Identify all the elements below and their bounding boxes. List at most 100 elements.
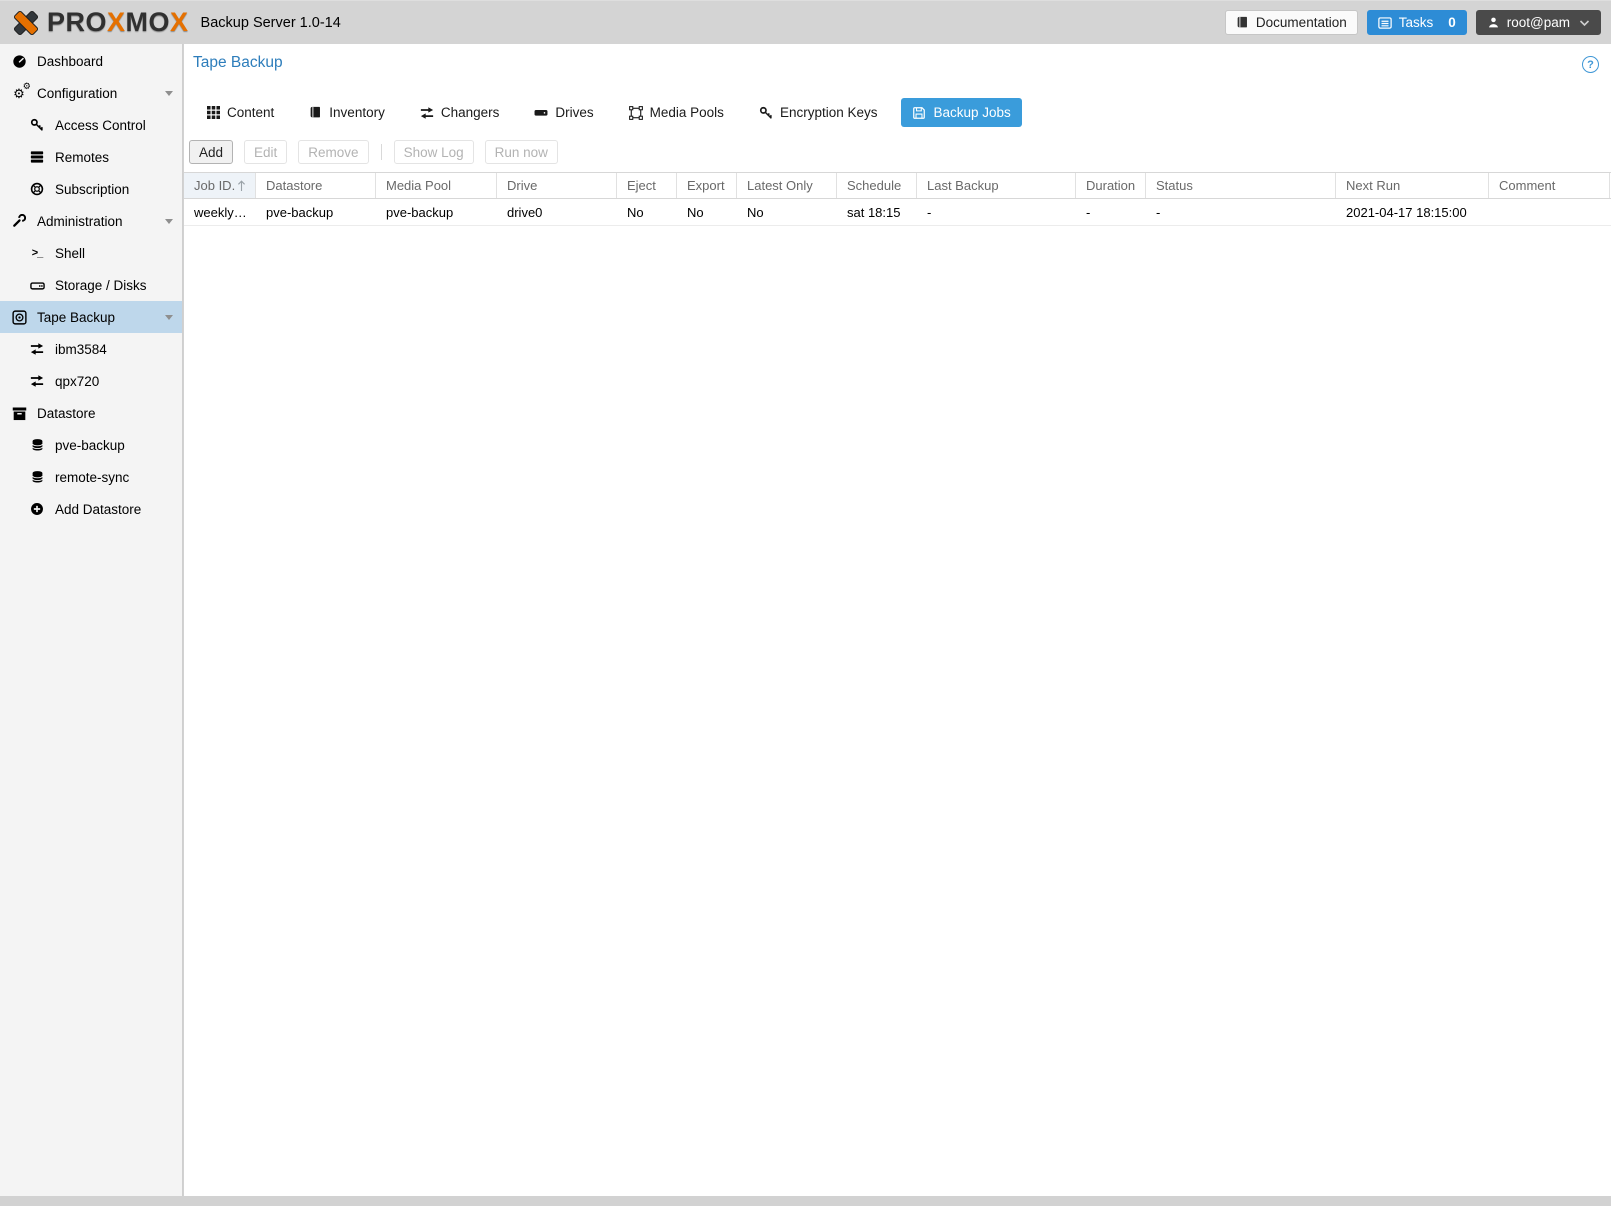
server-list-icon bbox=[28, 150, 46, 164]
toolbar-separator bbox=[380, 144, 382, 160]
sidebar-item-label: pve-backup bbox=[55, 437, 125, 453]
sidebar-item-label: Storage / Disks bbox=[55, 277, 147, 293]
column-header-status[interactable]: Status bbox=[1146, 173, 1336, 198]
caret-down-icon[interactable] bbox=[165, 315, 173, 320]
proxmox-logo: PROXMOX bbox=[10, 7, 189, 39]
chevron-down-icon bbox=[1579, 19, 1590, 27]
cell-datastore: pve-backup bbox=[266, 204, 334, 220]
sidebar-item-access-control[interactable]: Access Control bbox=[0, 109, 182, 141]
caret-down-icon[interactable] bbox=[165, 219, 173, 224]
sidebar-item-label: qpx720 bbox=[55, 373, 100, 389]
sidebar-item-label: Administration bbox=[37, 213, 123, 229]
book-icon bbox=[1236, 16, 1249, 29]
sidebar-item-label: remote-sync bbox=[55, 469, 130, 485]
sidebar-item-ibm3584[interactable]: ibm3584 bbox=[0, 333, 182, 365]
show-log-button[interactable]: Show Log bbox=[393, 140, 474, 164]
sidebar-item-administration[interactable]: Administration bbox=[0, 205, 182, 237]
sidebar-item-pve-backup[interactable]: pve-backup bbox=[0, 429, 182, 461]
column-header-comment[interactable]: Comment bbox=[1489, 173, 1610, 198]
tab-content[interactable]: Content bbox=[196, 98, 285, 127]
drive-icon bbox=[534, 106, 548, 120]
sidebar-item-configuration[interactable]: ⚙ ⚙ Configuration bbox=[0, 77, 182, 109]
column-header-latest-only[interactable]: Latest Only bbox=[737, 173, 837, 198]
sidebar-item-tape-backup[interactable]: Tape Backup bbox=[0, 301, 182, 333]
add-button[interactable]: Add bbox=[189, 140, 234, 164]
cell-media-pool: pve-backup bbox=[386, 204, 454, 220]
documentation-button[interactable]: Documentation bbox=[1224, 10, 1358, 35]
column-header-datastore[interactable]: Datastore bbox=[256, 173, 376, 198]
cell-last-backup: - bbox=[927, 204, 932, 220]
cell-duration: - bbox=[1086, 204, 1091, 220]
sidebar-item-shell[interactable]: >_ Shell bbox=[0, 237, 182, 269]
column-header-drive[interactable]: Drive bbox=[497, 173, 617, 198]
object-group-icon bbox=[628, 105, 643, 120]
tab-bar: Content Inventory Changers Drives Media … bbox=[196, 98, 1611, 127]
sidebar: Dashboard ⚙ ⚙ Configuration Access Contro… bbox=[0, 44, 183, 1196]
sidebar-item-storage-disks[interactable]: Storage / Disks bbox=[0, 269, 182, 301]
help-button[interactable]: ? bbox=[1582, 56, 1599, 73]
tab-drives[interactable]: Drives bbox=[523, 98, 604, 127]
wrench-icon bbox=[10, 214, 28, 228]
sidebar-item-label: ibm3584 bbox=[55, 341, 107, 357]
tab-label: Drives bbox=[555, 105, 594, 120]
tape-drive-icon bbox=[10, 309, 28, 325]
user-menu-button[interactable]: root@pam bbox=[1475, 10, 1601, 35]
tasks-label: Tasks bbox=[1398, 15, 1434, 30]
column-header-last-backup[interactable]: Last Backup bbox=[917, 173, 1076, 198]
sidebar-item-datastore[interactable]: Datastore bbox=[0, 397, 182, 429]
sidebar-item-label: Add Datastore bbox=[55, 501, 142, 517]
tab-backup-jobs[interactable]: Backup Jobs bbox=[901, 98, 1022, 127]
tab-label: Changers bbox=[440, 105, 500, 120]
database-icon bbox=[28, 438, 46, 452]
sidebar-item-remotes[interactable]: Remotes bbox=[0, 141, 182, 173]
user-icon bbox=[1487, 16, 1500, 29]
table-row[interactable]: weekly… pve-backup pve-backup drive0 No … bbox=[184, 199, 1611, 226]
caret-down-icon[interactable] bbox=[165, 91, 173, 96]
logo-wordmark: PROXMOX bbox=[47, 7, 189, 37]
tab-changers[interactable]: Changers bbox=[409, 98, 511, 127]
column-header-schedule[interactable]: Schedule bbox=[837, 173, 917, 198]
cell-job-id: weekly… bbox=[194, 204, 247, 220]
tab-label: Inventory bbox=[329, 105, 385, 120]
sidebar-item-dashboard[interactable]: Dashboard bbox=[0, 45, 182, 77]
sidebar-item-label: Dashboard bbox=[37, 53, 104, 69]
remove-button[interactable]: Remove bbox=[298, 140, 369, 164]
database-icon bbox=[28, 470, 46, 484]
exchange-arrows-icon bbox=[28, 342, 46, 356]
tab-inventory[interactable]: Inventory bbox=[298, 98, 396, 127]
sidebar-item-qpx720[interactable]: qpx720 bbox=[0, 365, 182, 397]
sidebar-item-label: Datastore bbox=[37, 405, 96, 421]
column-header-next-run[interactable]: Next Run bbox=[1336, 173, 1489, 198]
sidebar-item-remote-sync[interactable]: remote-sync bbox=[0, 461, 182, 493]
dashboard-icon bbox=[10, 54, 28, 69]
run-now-button[interactable]: Run now bbox=[484, 140, 558, 164]
sidebar-item-add-datastore[interactable]: Add Datastore bbox=[0, 493, 182, 525]
column-header-job-id[interactable]: Job ID. bbox=[184, 173, 256, 198]
tasks-count-badge: 0 bbox=[1448, 15, 1456, 30]
life-ring-icon bbox=[28, 182, 46, 196]
tab-label: Media Pools bbox=[649, 105, 724, 120]
column-header-eject[interactable]: Eject bbox=[617, 173, 677, 198]
task-list-icon bbox=[1377, 16, 1392, 30]
sidebar-item-subscription[interactable]: Subscription bbox=[0, 173, 182, 205]
cell-schedule: sat 18:15 bbox=[847, 204, 901, 220]
tab-label: Content bbox=[227, 105, 275, 120]
sidebar-item-label: Shell bbox=[55, 245, 86, 261]
tab-encryption-keys[interactable]: Encryption Keys bbox=[748, 98, 889, 127]
toolbar: Add Edit Remove Show Log Run now bbox=[189, 140, 1611, 164]
tasks-button[interactable]: Tasks 0 bbox=[1366, 10, 1467, 35]
column-header-media-pool[interactable]: Media Pool bbox=[376, 173, 497, 198]
cell-latest-only: No bbox=[747, 204, 764, 220]
archive-box-icon bbox=[10, 406, 28, 421]
documentation-label: Documentation bbox=[1255, 15, 1347, 30]
book-icon bbox=[309, 106, 322, 119]
column-header-export[interactable]: Export bbox=[677, 173, 737, 198]
key-icon bbox=[28, 118, 46, 132]
cell-drive: drive0 bbox=[507, 204, 543, 220]
tab-label: Encryption Keys bbox=[779, 105, 878, 120]
tab-media-pools[interactable]: Media Pools bbox=[618, 98, 735, 127]
gears-icon: ⚙ ⚙ bbox=[13, 80, 31, 101]
exchange-arrows-icon bbox=[420, 106, 434, 120]
column-header-duration[interactable]: Duration bbox=[1076, 173, 1146, 198]
edit-button[interactable]: Edit bbox=[244, 140, 288, 164]
